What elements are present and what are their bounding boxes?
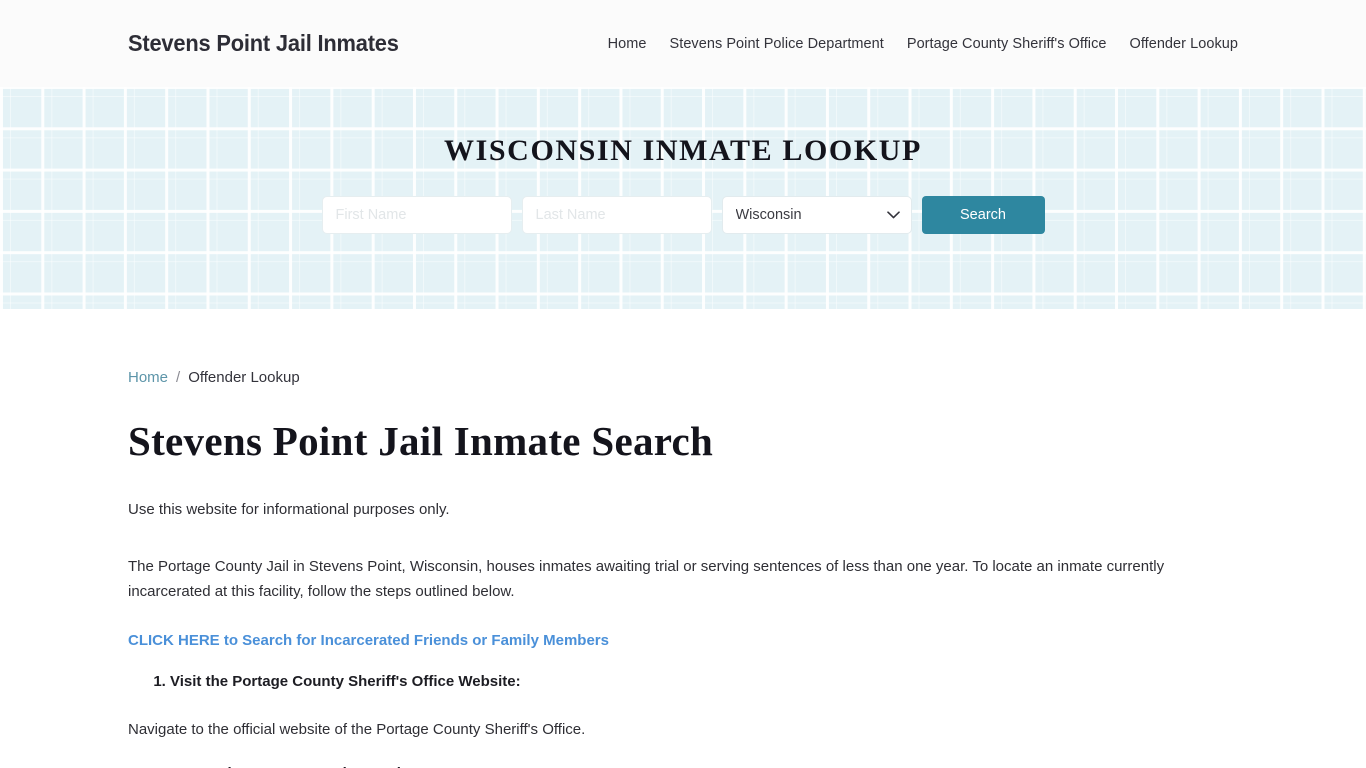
site-logo[interactable]: Stevens Point Jail Inmates — [128, 30, 399, 57]
nav-item-offender-lookup[interactable]: Offender Lookup — [1129, 36, 1238, 52]
site-header: Stevens Point Jail Inmates Home Stevens … — [0, 0, 1366, 87]
state-select[interactable]: Wisconsin — [721, 196, 912, 234]
cta-search-link[interactable]: CLICK HERE to Search for Incarcerated Fr… — [128, 632, 609, 649]
search-button[interactable]: Search — [921, 196, 1045, 234]
list-item: Locate the Inmate Search Function: — [170, 762, 1238, 768]
breadcrumb-link-home[interactable]: Home — [128, 369, 168, 386]
breadcrumb: Home / Offender Lookup — [128, 309, 1238, 386]
nav-item-stevens-point-police-department[interactable]: Stevens Point Police Department — [670, 36, 884, 52]
steps-list-first: Visit the Portage County Sheriff's Offic… — [128, 670, 1238, 694]
first-name-input[interactable] — [321, 196, 512, 234]
main-navigation: Home Stevens Point Police Department Por… — [608, 36, 1238, 52]
step-1-body: Navigate to the official website of the … — [128, 720, 586, 738]
description-paragraph: The Portage County Jail in Stevens Point… — [128, 558, 1165, 600]
breadcrumb-current: Offender Lookup — [188, 369, 300, 386]
hero-title: Wisconsin Inmate Lookup — [444, 134, 922, 167]
last-name-input[interactable] — [521, 196, 712, 234]
intro-paragraph: Use this website for informational purpo… — [128, 500, 450, 518]
inmate-lookup-form: Wisconsin Search — [321, 196, 1045, 234]
nav-item-home[interactable]: Home — [608, 36, 647, 52]
list-item: Visit the Portage County Sheriff's Offic… — [170, 670, 1238, 694]
page-title: Stevens Point Jail Inmate Search — [128, 418, 714, 464]
state-select-wrapper: Wisconsin — [721, 196, 912, 234]
breadcrumb-separator: / — [176, 369, 181, 386]
steps-list-second: Locate the Inmate Search Function: — [128, 762, 1238, 768]
hero-search-section: Wisconsin Inmate Lookup Wisconsin Search — [0, 87, 1366, 309]
nav-item-portage-county-sheriffs-office[interactable]: Portage County Sheriff's Office — [907, 36, 1107, 52]
main-content: Home / Offender Lookup Stevens Point Jai… — [0, 309, 1366, 768]
